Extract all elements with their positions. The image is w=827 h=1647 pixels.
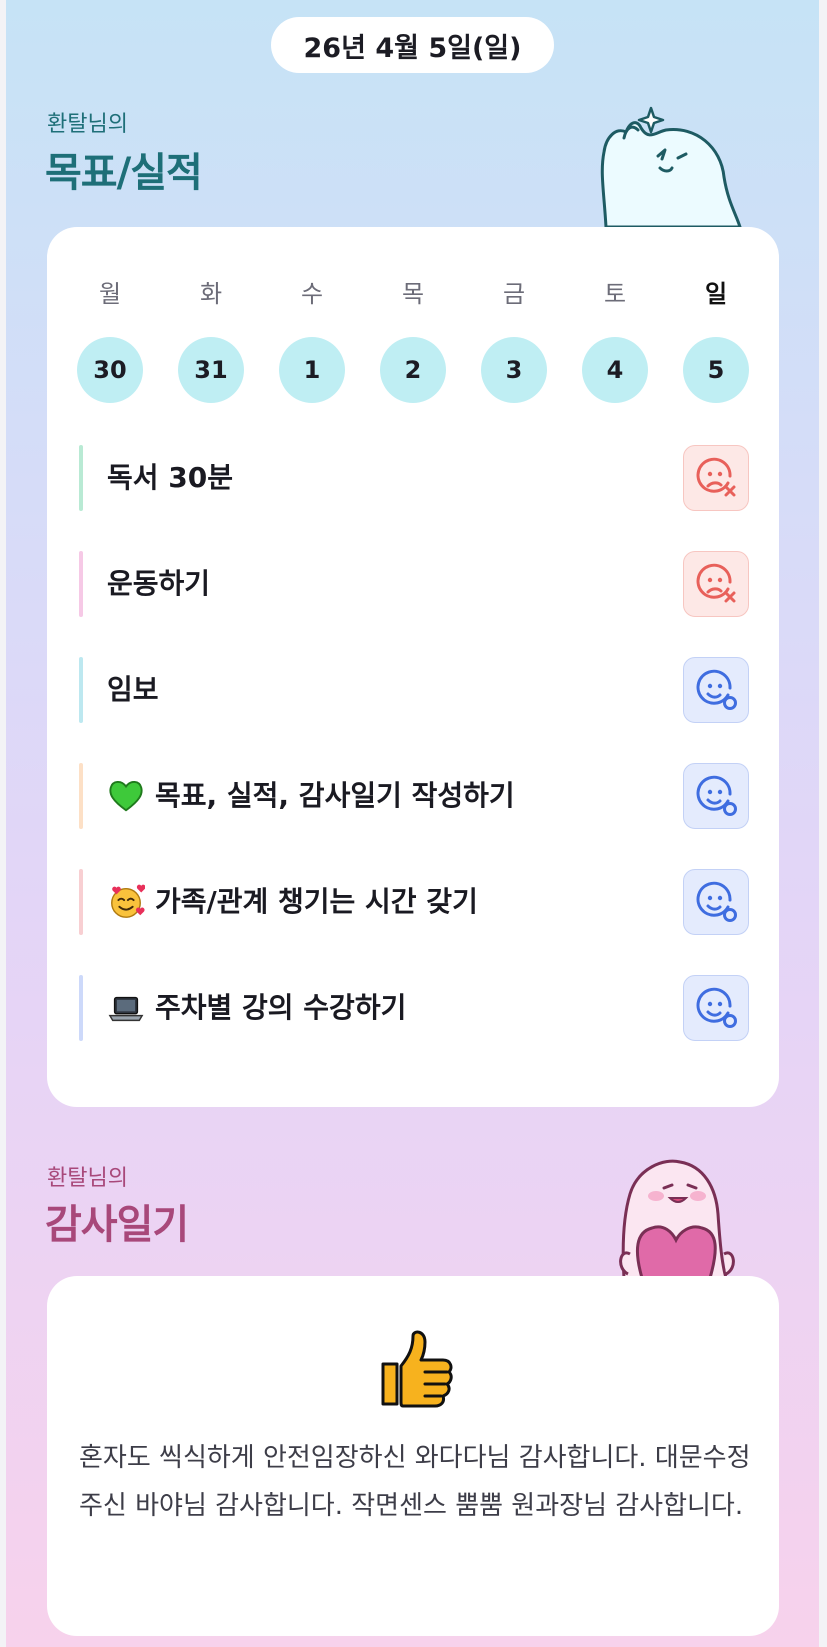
day-name: 월 <box>98 280 122 308</box>
day-name: 화 <box>199 280 223 308</box>
gratitude-card: 혼자도 씩식하게 안전임장하신 와다다님 감사합니다. 대문수정 주신 바야님 … <box>47 1276 779 1636</box>
day-column-sat[interactable]: 토 4 <box>582 277 648 403</box>
goal-status-done-button[interactable] <box>683 869 749 935</box>
week-strip: 월 30 화 31 수 1 목 2 금 3 토 4 일 5 <box>77 277 749 403</box>
smile-face-check-icon <box>696 669 737 710</box>
gratitude-text: 혼자도 씩식하게 안전임장하신 와다다님 감사합니다. 대문수정 주신 바야님 … <box>79 1443 751 1521</box>
goal-label: 주차별 강의 수강하기 <box>107 975 406 1041</box>
goal-status-fail-button[interactable] <box>683 445 749 511</box>
goal-status-fail-button[interactable] <box>683 551 749 617</box>
goal-status-done-button[interactable] <box>683 763 749 829</box>
day-name: 목 <box>401 280 425 308</box>
goal-row: 운동하기 <box>79 551 749 617</box>
smile-face-check-icon <box>696 987 737 1028</box>
day-name-today: 일 <box>704 280 728 308</box>
goal-row: 임보 <box>79 657 749 723</box>
goal-color-bar <box>79 551 83 617</box>
gratitude-section-title: 감사일기 <box>45 1202 189 1248</box>
smile-face-check-icon <box>696 775 737 816</box>
goals-section-title: 목표/실적 <box>45 150 203 196</box>
goal-label: 목표, 실적, 감사일기 작성하기 <box>107 763 515 829</box>
goal-label: 임보 <box>107 657 159 723</box>
goal-text: 목표, 실적, 감사일기 작성하기 <box>155 779 515 812</box>
smile-face-check-icon <box>696 881 737 922</box>
goal-label: 가족/관계 챙기는 시간 갖기 <box>107 869 478 935</box>
goal-color-bar <box>79 763 83 829</box>
day-column-fri[interactable]: 금 3 <box>481 277 547 403</box>
goals-card: 월 30 화 31 수 1 목 2 금 3 토 4 일 5 독서 30분 운동하… <box>47 227 779 1107</box>
goal-row: 목표, 실적, 감사일기 작성하기 <box>79 763 749 829</box>
day-column-sun-today[interactable]: 일 5 <box>683 277 749 403</box>
goal-color-bar <box>79 975 83 1041</box>
day-column-mon[interactable]: 월 30 <box>77 277 143 403</box>
goal-status-done-button[interactable] <box>683 657 749 723</box>
day-name: 토 <box>603 280 627 308</box>
day-name: 금 <box>502 280 526 308</box>
left-edge <box>0 0 6 1647</box>
day-column-thu[interactable]: 목 2 <box>380 277 446 403</box>
green-heart-icon <box>109 781 143 812</box>
goal-color-bar <box>79 445 83 511</box>
day-column-wed[interactable]: 수 1 <box>279 277 345 403</box>
goal-label: 독서 30분 <box>107 445 233 511</box>
date-circle[interactable]: 31 <box>178 337 244 403</box>
goal-text: 운동하기 <box>107 567 211 600</box>
goal-status-done-button[interactable] <box>683 975 749 1041</box>
sad-face-x-icon <box>696 457 736 497</box>
ghost-mascot-icon <box>600 106 742 228</box>
sad-face-x-icon <box>696 563 736 603</box>
goal-color-bar <box>79 869 83 935</box>
right-edge <box>819 0 827 1647</box>
smiling-face-with-hearts-icon <box>111 884 145 918</box>
day-name: 수 <box>300 280 324 308</box>
date-pill[interactable]: 26년 4월 5일(일) <box>271 17 554 73</box>
goal-row: 독서 30분 <box>79 445 749 511</box>
date-circle[interactable]: 3 <box>481 337 547 403</box>
gratitude-owner-label: 환탈님의 <box>47 1166 128 1191</box>
date-circle[interactable]: 30 <box>77 337 143 403</box>
goal-text: 주차별 강의 수강하기 <box>155 991 407 1024</box>
date-circle[interactable]: 4 <box>582 337 648 403</box>
goal-label: 운동하기 <box>107 551 210 617</box>
goal-text: 임보 <box>107 673 159 706</box>
goal-row: 가족/관계 챙기는 시간 갖기 <box>79 869 749 935</box>
laptop-icon <box>108 996 144 1022</box>
date-circle[interactable]: 2 <box>380 337 446 403</box>
goal-row: 주차별 강의 수강하기 <box>79 975 749 1041</box>
pink-mascot-heart-icon <box>619 1159 735 1278</box>
goal-text: 독서 30분 <box>107 461 233 494</box>
goals-owner-label: 환탈님의 <box>47 112 128 137</box>
goal-text: 가족/관계 챙기는 시간 갖기 <box>155 885 478 918</box>
day-column-tue[interactable]: 화 31 <box>178 277 244 403</box>
thumbs-up-icon <box>381 1330 453 1408</box>
date-circle[interactable]: 1 <box>279 337 345 403</box>
date-circle-selected[interactable]: 5 <box>683 337 749 403</box>
goal-color-bar <box>79 657 83 723</box>
